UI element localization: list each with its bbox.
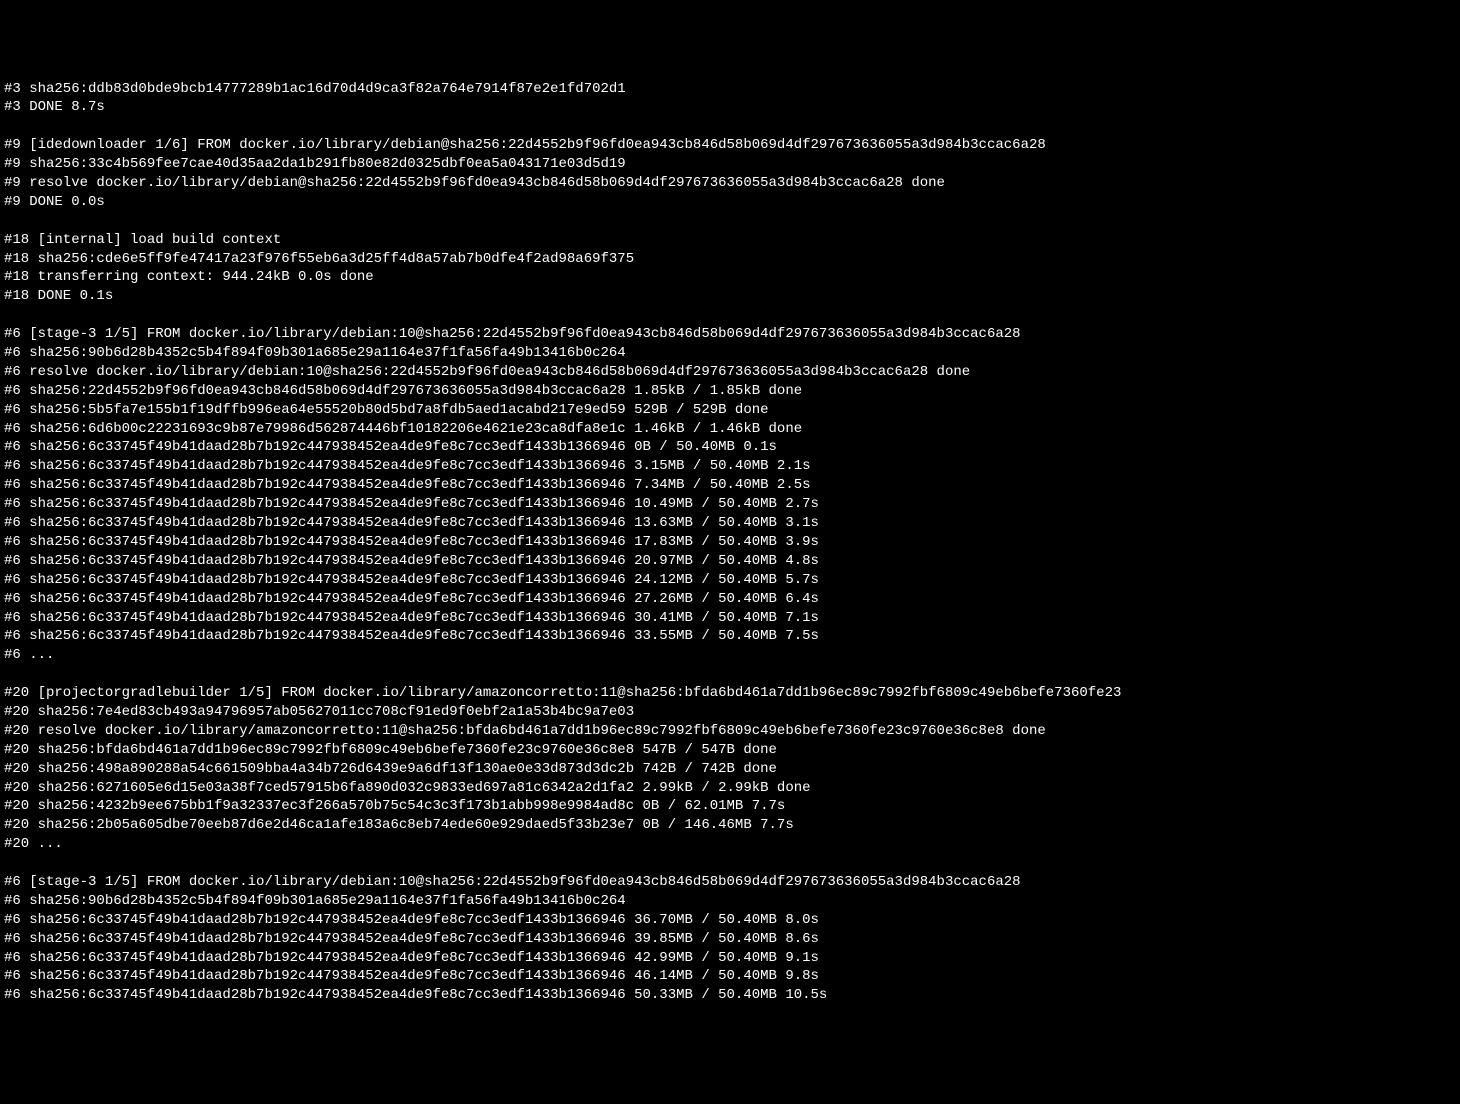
terminal-line: #6 sha256:6c33745f49b41daad28b7b192c4479… (4, 476, 1456, 495)
terminal-line: #6 sha256:90b6d28b4352c5b4f894f09b301a68… (4, 344, 1456, 363)
terminal-line: #6 sha256:5b5fa7e155b1f19dffb996ea64e555… (4, 401, 1456, 420)
terminal-line: #20 ... (4, 835, 1456, 854)
terminal-line (4, 117, 1456, 136)
terminal-line: #20 sha256:bfda6bd461a7dd1b96ec89c7992fb… (4, 741, 1456, 760)
terminal-line: #6 sha256:6c33745f49b41daad28b7b192c4479… (4, 627, 1456, 646)
terminal-output: #3 sha256:ddb83d0bde9bcb14777289b1ac16d7… (4, 80, 1456, 1006)
terminal-line: #6 sha256:6c33745f49b41daad28b7b192c4479… (4, 495, 1456, 514)
terminal-line: #20 [projectorgradlebuilder 1/5] FROM do… (4, 684, 1456, 703)
terminal-line (4, 854, 1456, 873)
terminal-line: #6 [stage-3 1/5] FROM docker.io/library/… (4, 325, 1456, 344)
terminal-line: #6 sha256:6c33745f49b41daad28b7b192c4479… (4, 911, 1456, 930)
terminal-line: #6 sha256:6c33745f49b41daad28b7b192c4479… (4, 514, 1456, 533)
terminal-line: #3 DONE 8.7s (4, 98, 1456, 117)
terminal-line: #9 resolve docker.io/library/debian@sha2… (4, 174, 1456, 193)
terminal-line: #9 DONE 0.0s (4, 193, 1456, 212)
terminal-line: #6 resolve docker.io/library/debian:10@s… (4, 363, 1456, 382)
terminal-line: #6 sha256:6c33745f49b41daad28b7b192c4479… (4, 571, 1456, 590)
terminal-line: #6 sha256:6c33745f49b41daad28b7b192c4479… (4, 967, 1456, 986)
terminal-line: #20 sha256:2b05a605dbe70eeb87d6e2d46ca1a… (4, 816, 1456, 835)
terminal-line: #18 transferring context: 944.24kB 0.0s … (4, 268, 1456, 287)
terminal-line: #6 sha256:6c33745f49b41daad28b7b192c4479… (4, 590, 1456, 609)
terminal-line: #6 sha256:6c33745f49b41daad28b7b192c4479… (4, 533, 1456, 552)
terminal-line: #18 [internal] load build context (4, 231, 1456, 250)
terminal-line: #9 sha256:33c4b569fee7cae40d35aa2da1b291… (4, 155, 1456, 174)
terminal-line: #6 sha256:6c33745f49b41daad28b7b192c4479… (4, 930, 1456, 949)
terminal-line: #18 sha256:cde6e5ff9fe47417a23f976f55eb6… (4, 250, 1456, 269)
terminal-line (4, 306, 1456, 325)
terminal-line: #6 [stage-3 1/5] FROM docker.io/library/… (4, 873, 1456, 892)
terminal-line (4, 665, 1456, 684)
terminal-line: #6 sha256:6c33745f49b41daad28b7b192c4479… (4, 609, 1456, 628)
terminal-line: #20 resolve docker.io/library/amazoncorr… (4, 722, 1456, 741)
terminal-line: #6 ... (4, 646, 1456, 665)
terminal-line: #6 sha256:6d6b00c22231693c9b87e79986d562… (4, 420, 1456, 439)
terminal-line: #6 sha256:6c33745f49b41daad28b7b192c4479… (4, 438, 1456, 457)
terminal-line: #6 sha256:6c33745f49b41daad28b7b192c4479… (4, 986, 1456, 1005)
terminal-line: #6 sha256:22d4552b9f96fd0ea943cb846d58b0… (4, 382, 1456, 401)
terminal-line: #9 [idedownloader 1/6] FROM docker.io/li… (4, 136, 1456, 155)
terminal-line: #20 sha256:7e4ed83cb493a94796957ab056270… (4, 703, 1456, 722)
terminal-line: #20 sha256:4232b9ee675bb1f9a32337ec3f266… (4, 797, 1456, 816)
terminal-line: #3 sha256:ddb83d0bde9bcb14777289b1ac16d7… (4, 80, 1456, 99)
terminal-line: #6 sha256:6c33745f49b41daad28b7b192c4479… (4, 949, 1456, 968)
terminal-line: #6 sha256:90b6d28b4352c5b4f894f09b301a68… (4, 892, 1456, 911)
terminal-line: #6 sha256:6c33745f49b41daad28b7b192c4479… (4, 552, 1456, 571)
terminal-line: #6 sha256:6c33745f49b41daad28b7b192c4479… (4, 457, 1456, 476)
terminal-line (4, 212, 1456, 231)
terminal-line: #20 sha256:6271605e6d15e03a38f7ced57915b… (4, 779, 1456, 798)
terminal-line: #18 DONE 0.1s (4, 287, 1456, 306)
terminal-line: #20 sha256:498a890288a54c661509bba4a34b7… (4, 760, 1456, 779)
